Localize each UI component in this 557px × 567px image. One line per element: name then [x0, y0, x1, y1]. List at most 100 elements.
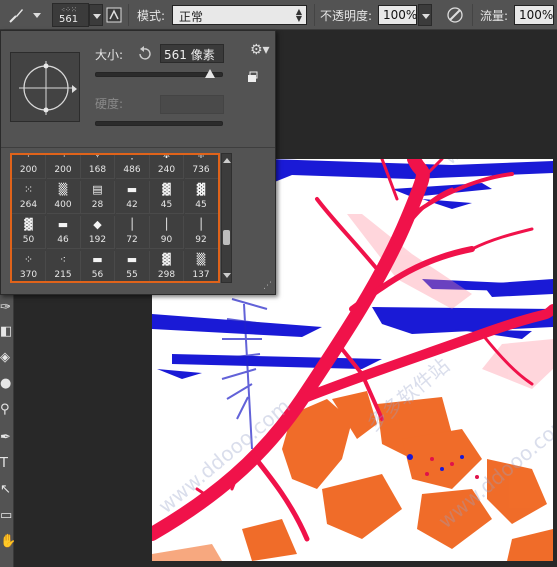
- options-bar: ⁖⁘⁙ 561 模式: 正常 ▲ ▼ 不透明度: 100% 流量: 100%: [0, 0, 557, 30]
- brush-preset-cell[interactable]: ⁛ 486: [115, 155, 150, 179]
- separator: [314, 4, 315, 26]
- brush-tip-icon: ▓: [162, 253, 171, 266]
- brush-preset-size: 240: [157, 165, 176, 175]
- brush-preset-cell[interactable]: │ 92: [184, 216, 218, 249]
- brush-panel-toggle-icon[interactable]: [104, 5, 124, 25]
- brush-preset-size: 370: [19, 270, 38, 280]
- quick-select-icon: ✑: [0, 300, 11, 315]
- brush-preset-cell[interactable]: ▒ 400: [46, 181, 81, 214]
- blur-icon: ●: [0, 376, 12, 391]
- tool-hand[interactable]: ✋: [0, 534, 16, 550]
- brush-angle-icon: [19, 61, 73, 115]
- tool-type[interactable]: T: [0, 456, 14, 472]
- tool-preset-dropdown[interactable]: [30, 4, 44, 26]
- brush-preset-cell[interactable]: │ 72: [115, 216, 150, 249]
- brush-tip-icon: ⁜: [196, 153, 206, 161]
- path-select-icon: ↖: [0, 482, 11, 497]
- brush-tool-icon[interactable]: [6, 5, 26, 25]
- scrollbar-thumb[interactable]: [223, 230, 230, 245]
- brush-tip-icon: ⁙: [23, 183, 34, 196]
- brush-preset-cell[interactable]: ▬ 42: [115, 181, 150, 214]
- brush-preset-cell[interactable]: ▓ 298: [150, 251, 184, 281]
- brush-preset-cell[interactable]: ⁖ 215: [47, 251, 81, 281]
- scroll-down-icon[interactable]: [223, 273, 231, 278]
- brush-tip-icon: ▓: [24, 218, 33, 231]
- brush-preset-size: 298: [157, 270, 176, 280]
- brush-tip-icon: ⁖⁘⁙: [61, 6, 77, 14]
- brush-preset-size: 90: [160, 235, 173, 245]
- brush-preset-size: 200: [54, 165, 72, 175]
- brush-preset-button[interactable]: ⁖⁘⁙ 561: [52, 3, 89, 27]
- brush-tip-icon: ▬: [57, 218, 69, 231]
- tool-pen[interactable]: ✒: [0, 430, 14, 446]
- tool-blur[interactable]: ●: [0, 376, 14, 392]
- brush-preset-cell[interactable]: ❉ 240: [150, 155, 184, 179]
- resize-grip-icon[interactable]: ⋰: [263, 281, 272, 291]
- preset-scrollbar[interactable]: [221, 153, 232, 283]
- brush-preset-size: 45: [195, 200, 207, 210]
- brush-preset-cell[interactable]: ▒ 137: [185, 251, 218, 281]
- brush-preset-size: 50: [22, 235, 35, 245]
- brush-preset-cell[interactable]: ⁖ 200: [46, 153, 81, 179]
- brush-preset-size: 46: [57, 235, 69, 245]
- brush-preview-size: 561: [59, 14, 79, 25]
- tool-eraser[interactable]: ◧: [0, 324, 14, 340]
- size-slider-thumb[interactable]: [205, 69, 216, 78]
- brush-preset-size: 92: [195, 235, 207, 245]
- brush-preset-cell[interactable]: ▓ 45: [184, 181, 218, 214]
- brush-tip-icon: ▤: [92, 183, 103, 196]
- brush-tip-icon: ✧: [92, 153, 103, 161]
- pink-glow: [347, 214, 553, 389]
- opacity-dropdown[interactable]: [418, 4, 432, 26]
- size-label: 大小:: [95, 48, 124, 62]
- brush-preset-size: 200: [19, 165, 38, 175]
- brush-preset-cell[interactable]: ⁜ 736: [184, 153, 218, 179]
- flow-input[interactable]: 100%: [514, 5, 554, 25]
- opacity-label: 不透明度:: [320, 9, 373, 23]
- brush-preset-cell[interactable]: ▬ 56: [81, 251, 115, 281]
- size-slider[interactable]: [95, 72, 223, 77]
- brush-preset-size: 264: [19, 200, 38, 210]
- brush-preset-dropdown[interactable]: [89, 4, 103, 26]
- gear-icon[interactable]: ⚙▾: [250, 42, 270, 58]
- pressure-opacity-icon[interactable]: [445, 5, 465, 25]
- brush-preset-cell[interactable]: ✧ 168: [81, 153, 115, 179]
- brush-preset-size: 192: [88, 235, 107, 245]
- brush-preset-cell[interactable]: ⁘ 370: [12, 251, 46, 281]
- brush-tip-icon: ⁖: [59, 153, 67, 161]
- brush-preset-cell[interactable]: ▬ 55: [116, 251, 150, 281]
- brush-preset-size: 42: [126, 200, 138, 210]
- divider: [1, 147, 275, 148]
- tool-quick-select[interactable]: ✑: [0, 300, 14, 316]
- brush-tip-preview[interactable]: [10, 52, 80, 122]
- brush-preset-cell[interactable]: ▬ 46: [46, 216, 81, 249]
- brush-tip-icon: ▒: [196, 253, 206, 266]
- size-input[interactable]: 561 像素: [160, 44, 224, 63]
- brush-preset-cell[interactable]: │ 90: [150, 216, 184, 249]
- scroll-up-icon[interactable]: [223, 158, 231, 163]
- brush-preset-size: 72: [126, 235, 138, 245]
- brush-preset-cell[interactable]: ◆ 192: [81, 216, 115, 249]
- reset-size-icon[interactable]: [136, 46, 152, 62]
- tool-dodge[interactable]: ⚲: [0, 402, 14, 418]
- rectangle-icon: ▭: [0, 508, 13, 523]
- brush-preset-cell[interactable]: ⁘ 200: [12, 155, 46, 179]
- brush-preset-cell[interactable]: ▤ 28: [81, 181, 115, 214]
- new-preset-icon[interactable]: [246, 71, 258, 83]
- dodge-icon: ⚲: [0, 402, 10, 417]
- brush-preset-size: 45: [160, 200, 173, 210]
- brush-preset-size: 137: [192, 270, 210, 280]
- brush-preset-cell[interactable]: ⁙ 264: [12, 181, 46, 214]
- brush-tip-icon: ⁖: [59, 253, 67, 266]
- tool-rectangle[interactable]: ▭: [0, 508, 14, 524]
- brush-tip-icon: ⁘: [23, 253, 34, 266]
- brush-tip-icon: │: [197, 218, 205, 231]
- hardness-input: [160, 95, 224, 114]
- tool-paint-bucket[interactable]: ◈: [0, 350, 14, 366]
- brush-preset-cell[interactable]: ▓ 45: [150, 181, 184, 214]
- mode-select[interactable]: 正常 ▲ ▼: [172, 5, 307, 25]
- tool-path-select[interactable]: ↖: [0, 482, 14, 498]
- opacity-input[interactable]: 100%: [378, 5, 417, 25]
- type-icon: T: [0, 456, 8, 471]
- brush-preset-cell[interactable]: ▓ 50: [12, 216, 46, 249]
